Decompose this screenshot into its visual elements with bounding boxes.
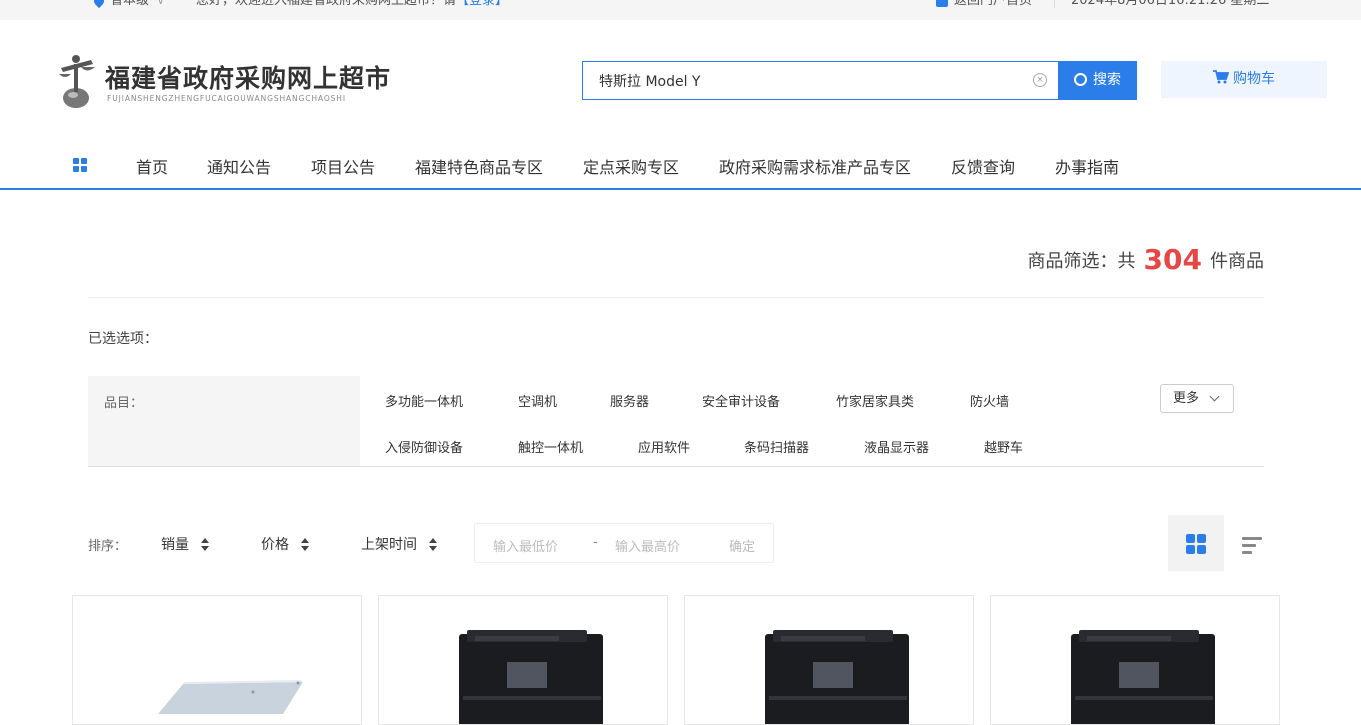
category-label: 品目： — [88, 376, 360, 466]
category-option[interactable]: 防火墙 — [970, 391, 1009, 410]
category-option[interactable]: 多功能一体机 — [385, 391, 463, 410]
search-button[interactable]: 搜索 — [1058, 61, 1137, 100]
price-dash: - — [593, 535, 598, 550]
cart-icon — [1213, 70, 1230, 84]
sort-label: 排序： — [88, 539, 128, 554]
confirm-price-button[interactable]: 确定 — [729, 536, 755, 555]
category-filter: 品目： 多功能一体机 空调机 服务器 安全审计设备 竹家居家具类 防火墙 入侵防… — [88, 376, 1264, 467]
category-option[interactable]: 入侵防御设备 — [385, 437, 463, 456]
cart-label: 购物车 — [1233, 71, 1275, 87]
sort-time-label: 上架时间 — [361, 537, 417, 553]
sort-by-price[interactable]: 价格 — [261, 534, 309, 554]
emblem-icon — [59, 55, 95, 108]
category-option[interactable]: 越野车 — [984, 437, 1023, 456]
login-link[interactable]: 【登录】 — [456, 0, 508, 8]
category-option[interactable]: 服务器 — [610, 391, 649, 410]
back-portal-label: 返回门户首页 — [954, 0, 1033, 8]
chevron-down-icon — [1209, 391, 1220, 402]
welcome-message: 您好，欢迎进入福建省政府采购网上超市！请 — [196, 0, 457, 8]
category-grid-icon[interactable] — [73, 158, 87, 172]
category-option[interactable]: 条码扫描器 — [744, 437, 809, 456]
min-price-input[interactable]: 输入最低价 — [493, 536, 558, 555]
search-icon — [1074, 73, 1087, 86]
location-label: 省本级 — [110, 0, 150, 8]
divider — [88, 297, 1264, 298]
site-logo[interactable]: 福建省政府采购网上超市 FUJIANSHENGZHENGFUCAIGOUWANG… — [55, 50, 400, 110]
product-image — [765, 630, 909, 724]
clear-icon[interactable]: × — [1033, 73, 1047, 87]
nav-item-home[interactable]: 首页 — [136, 154, 168, 178]
category-option[interactable]: 液晶显示器 — [864, 437, 929, 456]
summary-prefix: 商品筛选：共 — [1027, 251, 1136, 272]
sort-arrows-icon — [301, 538, 309, 552]
nav-item-feedback[interactable]: 反馈查询 — [951, 154, 1015, 178]
grid-view-icon[interactable] — [1168, 515, 1224, 571]
more-button[interactable]: 更多 — [1160, 384, 1234, 413]
search-button-label: 搜索 — [1093, 72, 1121, 88]
product-card[interactable] — [684, 595, 974, 725]
sort-price-label: 价格 — [261, 537, 289, 553]
sort-by-time[interactable]: 上架时间 — [361, 534, 437, 554]
welcome-text: 您好，欢迎进入福建省政府采购网上超市！请【登录】 — [196, 0, 508, 10]
product-card[interactable] — [990, 595, 1280, 725]
category-option[interactable]: 应用软件 — [638, 437, 690, 456]
product-image — [1071, 630, 1215, 724]
product-card[interactable] — [72, 595, 362, 725]
logo-subtitle: FUJIANSHENGZHENGFUCAIGOUWANGSHANGCHAOSHI — [107, 94, 346, 103]
result-count: 304 — [1143, 243, 1202, 276]
max-price-input[interactable]: 输入最高价 — [615, 536, 680, 555]
cart-button[interactable]: 购物车 — [1161, 61, 1327, 98]
category-option[interactable]: 安全审计设备 — [702, 391, 780, 410]
selected-options-label: 已选选项： — [88, 331, 158, 347]
product-image — [158, 680, 303, 714]
search-input[interactable] — [583, 62, 1023, 99]
nav-item-project-notices[interactable]: 项目公告 — [311, 154, 375, 178]
main-nav: 首页 通知公告 项目公告 福建特色商品专区 定点采购专区 政府采购需求标准产品专… — [0, 142, 1361, 190]
sort-by-sales[interactable]: 销量 — [161, 534, 209, 554]
sort-arrows-icon — [201, 538, 209, 552]
sort-bar: 排序： 销量 价格 上架时间 输入最低价 - 输入最高价 确定 — [88, 515, 1268, 571]
location-pin-icon — [91, 0, 107, 8]
product-image — [459, 630, 603, 724]
result-summary: 商品筛选：共 304 件商品 — [1028, 243, 1264, 276]
category-option[interactable]: 竹家居家具类 — [836, 391, 914, 410]
more-label: 更多 — [1173, 391, 1200, 406]
nav-item-standard-products[interactable]: 政府采购需求标准产品专区 — [719, 154, 911, 178]
nav-item-notices[interactable]: 通知公告 — [207, 154, 271, 178]
category-option[interactable]: 空调机 — [518, 391, 557, 410]
nav-item-designated-procurement[interactable]: 定点采购专区 — [583, 154, 679, 178]
sort-arrows-icon — [429, 538, 437, 552]
datetime: 2024年8月06日16:21:26 星期二 — [1071, 0, 1270, 8]
nav-item-guide[interactable]: 办事指南 — [1055, 154, 1119, 178]
list-view-icon[interactable] — [1242, 535, 1262, 554]
portal-icon — [936, 0, 948, 7]
top-bar: 省本级 ∨ 您好，欢迎进入福建省政府采购网上超市！请【登录】 返回门户首页 202… — [0, 0, 1361, 20]
summary-suffix: 件商品 — [1210, 251, 1264, 272]
price-range-filter: 输入最低价 - 输入最高价 确定 — [474, 523, 774, 563]
sort-sales-label: 销量 — [161, 537, 189, 553]
nav-item-fujian-specialty[interactable]: 福建特色商品专区 — [415, 154, 543, 178]
logo-title: 福建省政府采购网上超市 — [105, 64, 392, 93]
back-portal-link[interactable]: 返回门户首页 — [936, 0, 1032, 10]
topbar-divider — [1054, 0, 1055, 8]
chevron-down-icon: ∨ — [157, 0, 165, 7]
location-selector[interactable]: 省本级 ∨ — [91, 0, 165, 10]
product-card[interactable] — [378, 595, 668, 725]
search-box: × — [582, 61, 1058, 100]
category-option[interactable]: 触控一体机 — [518, 437, 583, 456]
